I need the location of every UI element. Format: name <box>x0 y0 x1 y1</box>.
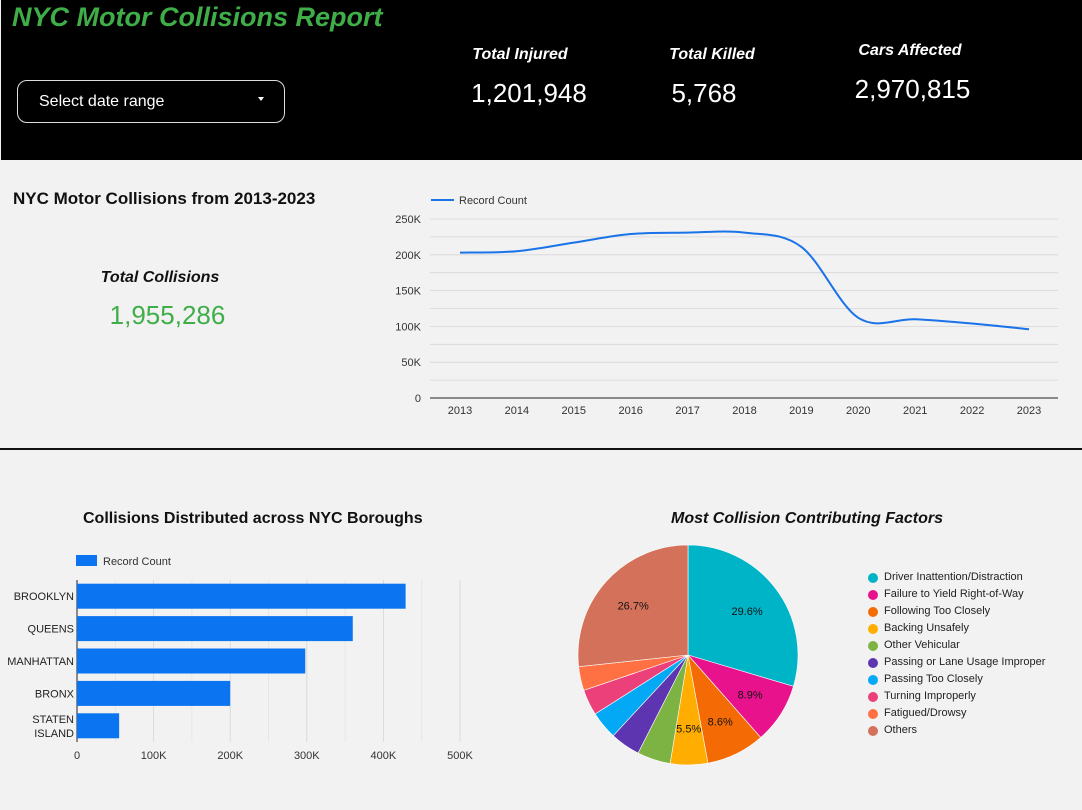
y-category-label: BROOKLYN <box>14 591 74 603</box>
y-category-label: QUEENS <box>28 624 74 636</box>
x-tick-label: 2018 <box>732 405 756 417</box>
total-collisions-label: Total Collisions <box>100 269 220 286</box>
legend-dot <box>868 675 878 685</box>
line-chart: Record Count 0 50K 100K 150K 200K 250K 2013 2014… <box>395 195 1058 417</box>
y-category-label: STATEN ISLAND <box>32 714 74 740</box>
y-category-label: MANHATTAN <box>7 656 74 668</box>
legend-label: Others <box>884 724 918 736</box>
y-tick-label: 100K <box>395 321 421 333</box>
legend-dot <box>868 624 878 634</box>
x-tick-label: 400K <box>371 750 397 762</box>
kpi-total-killed-value: 5,768 <box>671 78 737 108</box>
bar-queens <box>77 616 353 642</box>
legend-dot <box>868 658 878 668</box>
y-tick-label: 250K <box>395 214 421 226</box>
x-tick-label: 2021 <box>903 405 927 417</box>
app-title: NYC Motor Collisions Report <box>12 2 383 32</box>
y-category-label-line: ISLAND <box>34 728 74 740</box>
x-tick-label: 2013 <box>448 405 472 417</box>
pie-chart: 29.6% 8.9% 8.6% 5.5% 26.7% <box>577 544 799 766</box>
y-category-label: BRONX <box>35 688 75 700</box>
legend-label-record-count: Record Count <box>459 195 527 207</box>
legend-label-record-count: Record Count <box>103 556 171 568</box>
legend-label: Driver Inattention/Distraction <box>884 571 1023 583</box>
legend-dot <box>868 692 878 702</box>
x-tick-label: 0 <box>74 750 80 762</box>
section-title: NYC Motor Collisions from 2013-2023 <box>13 189 316 208</box>
legend-dot <box>868 573 878 583</box>
total-collisions-value: 1,955,286 <box>109 300 226 330</box>
bar-chart-title: Collisions Distributed across NYC Boroug… <box>83 510 423 527</box>
legend-dot <box>868 726 878 736</box>
kpi-total-injured-value: 1,201,948 <box>471 78 587 108</box>
pie-data-label: 5.5% <box>676 724 701 736</box>
bar-chart: Record Count 0 100K 200K 300K 400K 500K BROOKLY… <box>7 555 474 762</box>
date-range-label: Select date range <box>39 93 165 110</box>
x-tick-label: 2017 <box>675 405 699 417</box>
y-tick-label: 0 <box>415 393 421 405</box>
legend-label: Passing Too Closely <box>884 673 983 685</box>
bar-staten-island <box>77 713 120 739</box>
pie-chart-title: Most Collision Contributing Factors <box>671 510 943 527</box>
y-tick-label: 200K <box>395 250 421 262</box>
pie-data-label: 29.6% <box>731 606 762 618</box>
legend-label: Failure to Yield Right-of-Way <box>884 588 1024 600</box>
bar-bronx <box>77 680 231 706</box>
x-tick-label: 500K <box>447 750 473 762</box>
legend-dot <box>868 590 878 600</box>
legend-label: Passing or Lane Usage Improper <box>884 656 1046 668</box>
legend-dot <box>868 709 878 719</box>
legend-label: Fatigued/Drowsy <box>884 707 967 719</box>
series-line-record-count <box>459 230 1030 331</box>
kpi-total-killed-label: Total Killed <box>669 46 755 63</box>
bar-brooklyn <box>77 583 406 609</box>
y-tick-label: 50K <box>401 357 421 369</box>
x-tick-label: 2022 <box>960 405 984 417</box>
x-tick-label: 300K <box>294 750 320 762</box>
legend-swatch-record-count <box>76 555 97 566</box>
kpi-total-injured-label: Total Injured <box>472 46 568 63</box>
legend-dot <box>868 607 878 617</box>
section-divider <box>0 448 1082 450</box>
x-tick-label: 2014 <box>505 405 529 417</box>
pie-data-label: 26.7% <box>618 601 649 613</box>
y-category-label-line: STATEN <box>32 714 74 726</box>
kpi-cars-affected-label: Cars Affected <box>858 42 962 59</box>
pie-data-label: 8.9% <box>738 690 763 702</box>
x-tick-label: 2016 <box>618 405 642 417</box>
x-tick-label: 2023 <box>1017 405 1041 417</box>
legend-label: Backing Unsafely <box>884 622 969 634</box>
legend-label: Following Too Closely <box>884 605 991 617</box>
legend-label: Other Vehicular <box>884 639 960 651</box>
legend-label: Turning Improperly <box>884 690 976 702</box>
x-tick-label: 2015 <box>562 405 586 417</box>
pie-data-label: 8.6% <box>708 716 733 728</box>
x-tick-label: 200K <box>217 750 243 762</box>
kpi-cars-affected-value: 2,970,815 <box>854 74 971 104</box>
x-tick-label: 2020 <box>846 405 870 417</box>
x-tick-label: 2019 <box>789 405 813 417</box>
bar-manhattan <box>77 648 306 674</box>
caret-down-icon <box>258 97 264 101</box>
y-tick-label: 150K <box>395 286 421 298</box>
date-range-select[interactable]: Select date range <box>17 80 285 123</box>
x-tick-label: 100K <box>141 750 167 762</box>
legend-dot <box>868 641 878 651</box>
